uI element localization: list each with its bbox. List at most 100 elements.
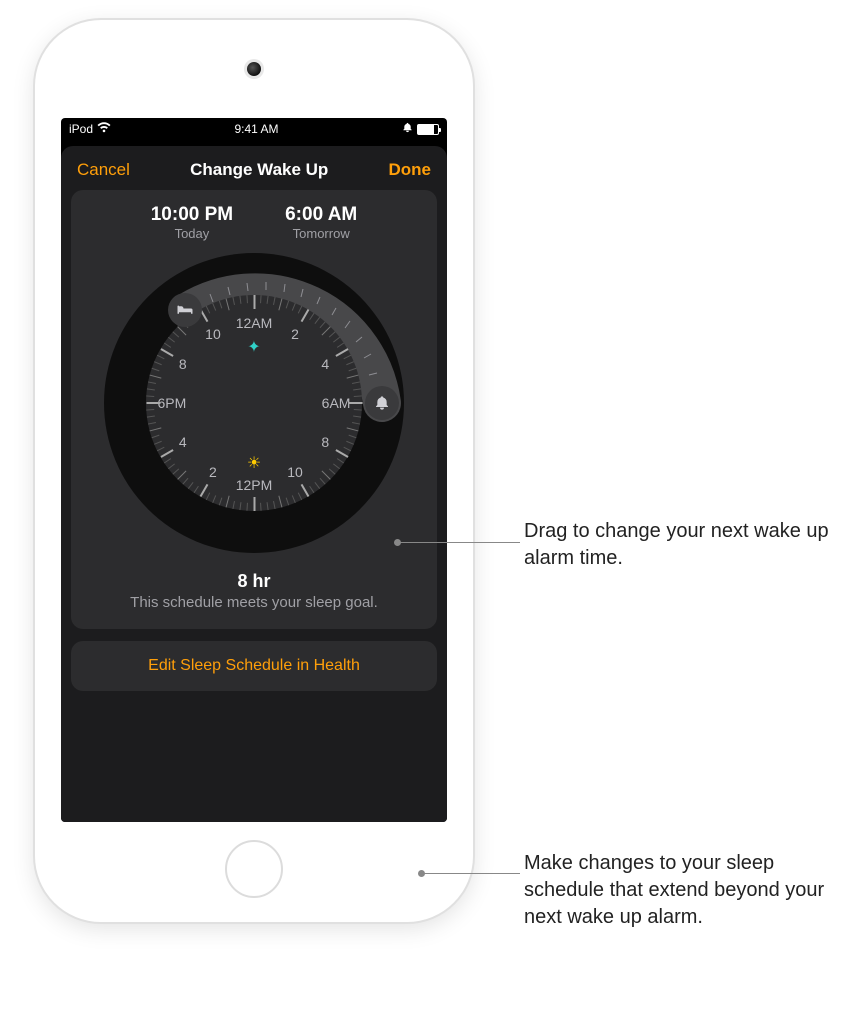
clock-tick bbox=[337, 343, 344, 348]
clock-tick bbox=[168, 463, 175, 469]
home-button[interactable] bbox=[225, 840, 283, 898]
clock-tick bbox=[147, 388, 155, 390]
clock-tick bbox=[219, 301, 223, 309]
nav-bar: Cancel Change Wake Up Done bbox=[71, 146, 437, 190]
clock-tick bbox=[254, 497, 256, 511]
clock-face: ✦ ☀ 12AM 2 4 6AM 8 10 12PM 2 4 6PM 8 10 bbox=[146, 295, 362, 511]
clock-tick bbox=[322, 326, 331, 335]
clock-tick bbox=[320, 478, 326, 485]
clock-tick bbox=[298, 306, 302, 314]
clock-tick bbox=[146, 409, 154, 411]
clock-label-6pm: 6PM bbox=[158, 395, 187, 411]
clock-tick bbox=[349, 368, 357, 372]
clock-label-2-top: 2 bbox=[291, 326, 299, 342]
sleep-dial[interactable]: ✦ ☀ 12AM 2 4 6AM 8 10 12PM 2 4 6PM 8 10 bbox=[104, 253, 404, 553]
clock-tick bbox=[298, 492, 302, 500]
edit-sleep-schedule-button[interactable]: Edit Sleep Schedule in Health bbox=[71, 641, 437, 691]
clock-label-2-bottom: 2 bbox=[209, 464, 217, 480]
status-right bbox=[402, 122, 439, 136]
wake-display: 6:00 AM Tomorrow bbox=[285, 204, 357, 241]
clock-tick bbox=[168, 337, 175, 343]
clock-tick bbox=[352, 381, 360, 384]
clock-tick bbox=[314, 482, 320, 489]
clock-tick bbox=[354, 395, 362, 397]
goal-message: This schedule meets your sleep goal. bbox=[130, 594, 378, 611]
clock-label-12am: 12AM bbox=[236, 315, 273, 331]
clock-tick bbox=[160, 449, 173, 458]
wake-day: Tomorrow bbox=[285, 226, 357, 241]
clock-tick bbox=[337, 458, 344, 463]
clock-tick bbox=[267, 296, 269, 304]
clock-tick bbox=[232, 297, 235, 305]
clock-label-10-right: 10 bbox=[287, 464, 303, 480]
clock-tick bbox=[188, 482, 194, 489]
bedtime-display: 10:00 PM Today bbox=[151, 204, 233, 241]
screen: iPod 9:41 AM Cancel Change Wake Up Done bbox=[61, 118, 447, 822]
clock-tick bbox=[278, 496, 282, 508]
clock-tick bbox=[206, 492, 210, 500]
clock-tick bbox=[154, 441, 162, 445]
clock-tick bbox=[154, 361, 162, 365]
clock-tick bbox=[150, 427, 162, 431]
clock-tick bbox=[322, 471, 331, 480]
clock-tick bbox=[273, 297, 276, 305]
clock-tick bbox=[267, 502, 269, 510]
clock-tick bbox=[182, 478, 188, 485]
clock-tick bbox=[329, 469, 336, 475]
clock-tick bbox=[239, 502, 241, 510]
clock-tick bbox=[226, 299, 230, 311]
clock-label-4-bottom: 4 bbox=[179, 434, 187, 450]
clock-tick bbox=[146, 395, 154, 397]
clock-tick bbox=[301, 309, 310, 322]
done-button[interactable]: Done bbox=[389, 160, 432, 180]
clock-tick bbox=[226, 496, 230, 508]
bedtime-handle[interactable] bbox=[168, 293, 202, 327]
clock-tick bbox=[278, 299, 282, 311]
bell-icon bbox=[374, 395, 390, 411]
callout-1: Drag to change your next wake up alarm t… bbox=[524, 518, 854, 572]
callout-leader-1 bbox=[398, 542, 520, 543]
clock-tick bbox=[273, 501, 276, 509]
clock-tick bbox=[346, 361, 354, 365]
bedtime-day: Today bbox=[151, 226, 233, 241]
clock-label-4-top: 4 bbox=[321, 356, 329, 372]
clock-tick bbox=[206, 306, 210, 314]
clock-tick bbox=[246, 295, 248, 303]
clock-tick bbox=[333, 337, 340, 343]
page-title: Change Wake Up bbox=[190, 160, 328, 180]
clock-tick bbox=[239, 296, 241, 304]
status-left: iPod bbox=[69, 122, 111, 136]
clock-tick bbox=[260, 503, 262, 511]
clock-tick bbox=[177, 471, 186, 480]
clock-label-8-left: 8 bbox=[179, 356, 187, 372]
clock-tick bbox=[147, 416, 155, 418]
clock-tick bbox=[177, 326, 186, 335]
clock-tick bbox=[353, 416, 361, 418]
clock-tick bbox=[347, 427, 359, 431]
clock-tick bbox=[329, 331, 336, 337]
cancel-button[interactable]: Cancel bbox=[77, 160, 130, 180]
sun-icon: ☀ bbox=[247, 453, 261, 473]
clock-tick bbox=[333, 463, 340, 469]
clock-tick bbox=[349, 435, 357, 439]
clock-tick bbox=[164, 458, 171, 463]
clock-tick bbox=[147, 402, 161, 404]
clock-tick bbox=[260, 295, 262, 303]
alarm-icon bbox=[402, 122, 413, 136]
clock-label-6am: 6AM bbox=[322, 395, 351, 411]
clock-tick bbox=[152, 368, 160, 372]
clock-label-12pm: 12PM bbox=[236, 477, 273, 493]
stars-icon: ✦ bbox=[247, 337, 260, 357]
bedtime-value: 10:00 PM bbox=[151, 204, 233, 226]
device-camera bbox=[247, 62, 261, 76]
wake-handle[interactable] bbox=[365, 386, 399, 420]
goal-hours: 8 hr bbox=[130, 571, 378, 592]
clock-tick bbox=[354, 409, 362, 411]
clock-tick bbox=[346, 441, 354, 445]
schedule-card: 10:00 PM Today 6:00 AM Tomorrow bbox=[71, 190, 437, 629]
clock-tick bbox=[309, 486, 314, 493]
clock-tick bbox=[212, 495, 216, 503]
clock-tick bbox=[314, 317, 320, 324]
clock-tick bbox=[148, 381, 156, 384]
clock-tick bbox=[292, 303, 296, 311]
